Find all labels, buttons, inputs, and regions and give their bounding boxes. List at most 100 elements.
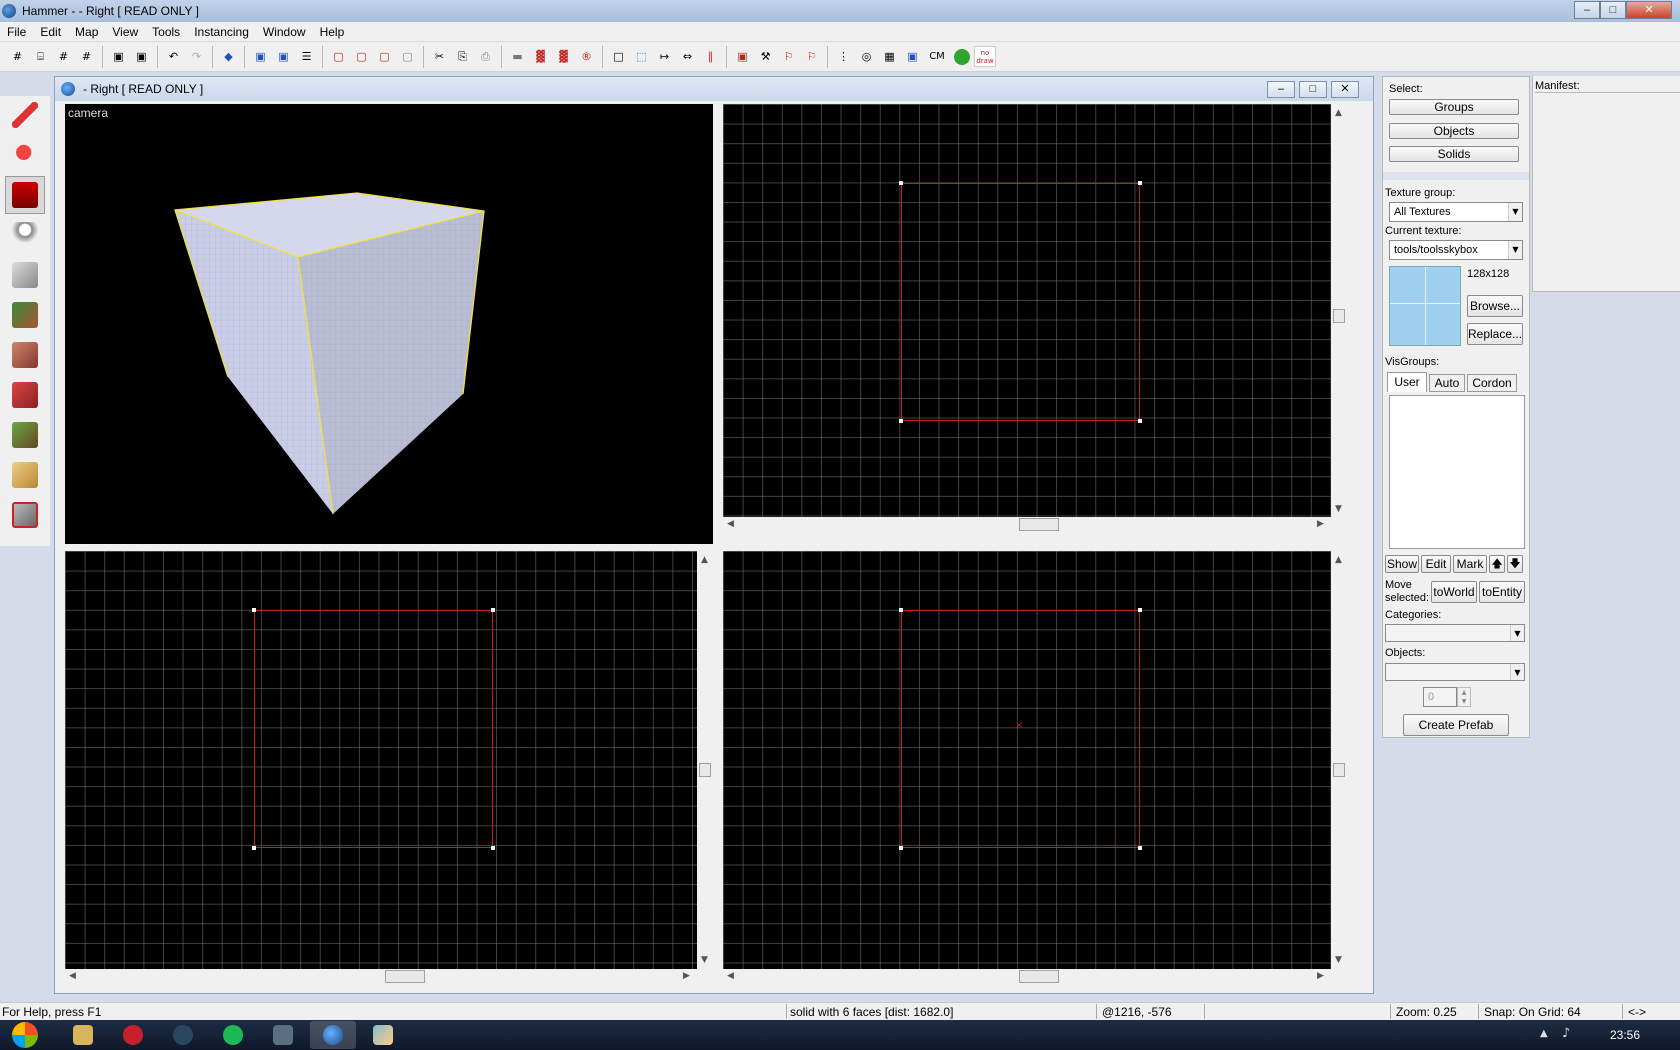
menu-file[interactable]: File [0,25,33,39]
scroll-thumb[interactable] [699,763,711,777]
toggle-helpers-icon[interactable]: ⚒ [755,46,776,67]
to-world-button[interactable]: toWorld [1431,581,1477,603]
menu-instancing[interactable]: Instancing [187,25,256,39]
scroll-thumb[interactable] [385,970,425,983]
doc-minimize-button[interactable]: – [1267,81,1295,98]
taskbar-steam[interactable] [160,1021,206,1049]
doc-close-button[interactable]: ✕ [1331,81,1359,98]
scroll-right-arrow-icon[interactable]: ▶ [1317,519,1324,529]
brush-handle[interactable] [252,846,256,850]
texture-application-tool[interactable] [5,296,45,334]
entity-tool[interactable] [5,216,45,254]
taskbar-steam-app[interactable] [260,1021,306,1049]
scroll-right-arrow-icon[interactable]: ▶ [1317,971,1324,981]
hide-selected-icon[interactable]: ▣ [250,46,271,67]
side-view-hscrollbar[interactable]: ◀ ▶ [723,969,1331,985]
taskbar-hammer[interactable] [310,1021,356,1049]
minimize-button[interactable]: – [1574,1,1600,19]
menu-map[interactable]: Map [68,25,105,39]
hollow-icon[interactable]: ▢ [351,46,372,67]
brush-handle[interactable] [899,181,903,185]
tab-auto[interactable]: Auto [1429,374,1465,392]
flip-horizontal-icon[interactable]: ⇔ [677,46,698,67]
visgroup-show-button[interactable]: Show [1385,555,1419,573]
scroll-thumb[interactable] [1333,309,1345,323]
selection-box-icon[interactable]: □ [608,46,629,67]
undo-icon[interactable]: ↶ [163,46,184,67]
brush-handle[interactable] [1138,608,1142,612]
cubemap-button[interactable]: CM [925,46,949,67]
tab-cordon[interactable]: Cordon [1467,374,1517,392]
sound-radius-icon[interactable]: ◎ [856,46,877,67]
autosave-icon[interactable]: ® [576,46,597,67]
toggle-foliage-icon[interactable] [951,46,972,67]
scroll-thumb[interactable] [1019,970,1059,983]
brush-handle[interactable] [252,608,256,612]
tray-expand-icon[interactable]: ▲ [1540,1028,1548,1039]
create-prefab-button[interactable]: Create Prefab [1403,714,1509,736]
side-view-vscrollbar[interactable]: ▲ ▼ [1331,551,1347,969]
lighting-preview-icon[interactable]: ▦ [879,46,900,67]
selection-tool[interactable] [5,96,45,134]
menu-view[interactable]: View [105,25,145,39]
brush-handle[interactable] [1138,419,1142,423]
camera-viewport[interactable]: camera [65,104,713,544]
carve-icon[interactable]: ▢ [328,46,349,67]
select-objects-button[interactable]: Objects [1389,123,1519,139]
taskbar-explorer[interactable] [60,1021,106,1049]
select-groups-button[interactable]: Groups [1389,99,1519,115]
top-view-vscrollbar[interactable]: ▲ ▼ [1331,104,1347,517]
decal-tool[interactable] [5,376,45,414]
select-by-handles-icon[interactable]: ⬚ [631,46,652,67]
browse-button[interactable]: Browse... [1467,295,1523,317]
brush-handle[interactable] [899,608,903,612]
visgroup-edit-button[interactable]: Edit [1421,555,1451,573]
visgroup-mark-button[interactable]: Mark [1453,555,1487,573]
copy-icon[interactable]: ⎘ [452,46,473,67]
current-texture-select[interactable]: tools/toolsskybox ▼ [1389,240,1523,260]
close-button[interactable]: ✕ [1626,1,1672,19]
vertex-icon[interactable]: ▢ [397,46,418,67]
move-down-arrow-icon[interactable]: 🡇 [1507,555,1523,573]
side-2d-viewport[interactable]: × [723,551,1331,969]
paste-icon[interactable]: ⎙ [475,46,496,67]
texture-align-icon[interactable]: ▓ [553,46,574,67]
brush-outline[interactable] [254,610,493,848]
scroll-left-arrow-icon[interactable]: ◀ [727,971,734,981]
categories-select[interactable]: ▼ [1385,624,1525,642]
nodraw-button[interactable]: no draw [974,46,996,67]
menu-tools[interactable]: Tools [145,25,187,39]
texture-group-select[interactable]: All Textures ▼ [1389,202,1523,222]
move-up-arrow-icon[interactable]: 🡅 [1489,555,1505,573]
menu-edit[interactable]: Edit [33,25,68,39]
front-view-hscrollbar[interactable]: ◀ ▶ [65,969,697,985]
scroll-right-arrow-icon[interactable]: ▶ [683,971,690,981]
start-button[interactable] [8,1020,42,1050]
grid-3d-icon[interactable]: ⌸ [30,46,51,67]
run-map-icon[interactable]: ◆ [218,46,239,67]
grid-smaller-icon[interactable]: # [53,46,74,67]
scroll-left-arrow-icon[interactable]: ◀ [69,971,76,981]
brush-handle[interactable] [491,608,495,612]
scroll-up-arrow-icon[interactable]: ▲ [701,555,708,565]
texture-app-icon[interactable]: ↦ [654,46,675,67]
select-solids-button[interactable]: Solids [1389,146,1519,162]
ungroup-icon[interactable]: ▣ [131,46,152,67]
grid-larger-icon[interactable]: # [76,46,97,67]
taskbar-paint[interactable] [360,1021,406,1049]
top-view-hscrollbar[interactable]: ◀ ▶ [723,517,1331,533]
snap-to-grid-icon[interactable]: ⋮ [833,46,854,67]
hide-unselected-icon[interactable]: ▣ [273,46,294,67]
texture-preview[interactable] [1389,266,1461,346]
flip-vertical-icon[interactable]: ∥ [700,46,721,67]
menu-window[interactable]: Window [256,25,313,39]
toggle-overlays-icon[interactable]: ⚐ [801,46,822,67]
apply-texture-tool[interactable] [5,336,45,374]
scroll-up-arrow-icon[interactable]: ▲ [1335,555,1342,565]
grid-toggle-icon[interactable]: # [7,46,28,67]
magnify-tool[interactable] [5,136,45,174]
scroll-down-arrow-icon[interactable]: ▼ [701,955,708,965]
toggle-models-icon[interactable]: ▣ [732,46,753,67]
tab-user[interactable]: User [1387,372,1427,392]
ignore-groups-icon[interactable]: ☰ [296,46,317,67]
